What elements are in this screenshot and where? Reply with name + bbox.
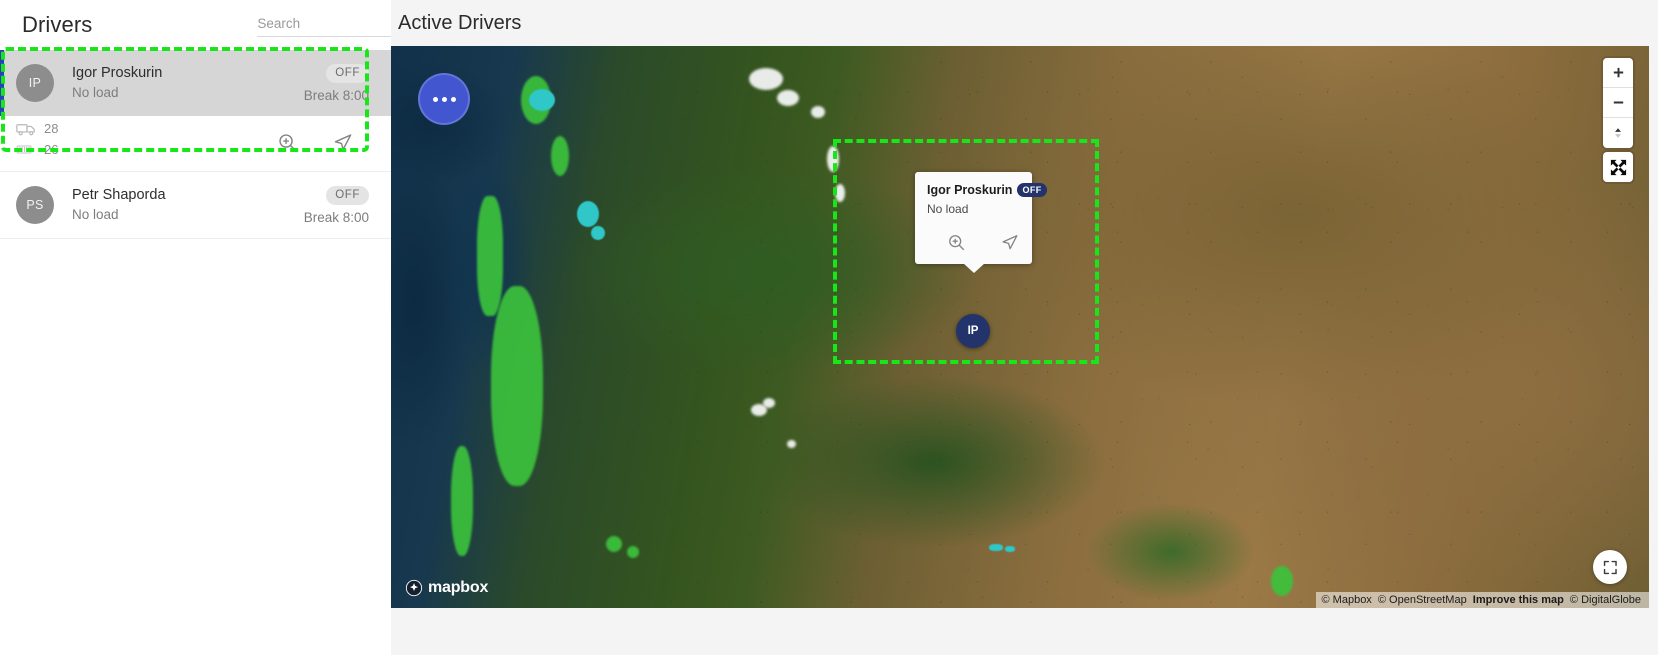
driver-actions [277,132,353,153]
driver-info: Petr Shaporda No load [72,186,304,225]
driver-info: Igor Proskurin No load [72,64,304,103]
ellipsis-icon [450,96,456,102]
map-snow [811,106,825,118]
map-vegetation [1271,566,1293,596]
map-vegetation [627,546,639,558]
map-lake [577,201,599,227]
popup-status-badge: OFF [1017,183,1047,197]
app-root: Drivers IP Igor Proskurin No load OFF Br… [0,0,1658,655]
map-attribution: © Mapbox © OpenStreetMap Improve this ma… [1315,592,1649,608]
driver-detail-panel: 28 26 [0,116,391,172]
popup-driver-load: No load [927,202,969,216]
map-lake [1005,546,1015,552]
mapbox-logo[interactable]: mapbox [405,579,488,597]
navigate-icon[interactable] [332,132,353,153]
map-snow [827,146,839,172]
popup-header: Igor Proskurin OFF [927,183,1047,197]
list-item[interactable]: PS Petr Shaporda No load OFF Break 8:00 [0,171,391,240]
attrib-improve-link[interactable]: Improve this map [1473,594,1564,606]
driver-map-marker[interactable]: IP [956,314,990,348]
map-vegetation [551,136,569,176]
navigate-icon[interactable] [1000,233,1021,254]
status-badge: OFF [326,64,369,84]
map-lake [591,226,605,240]
zoom-in-button[interactable] [1603,58,1633,88]
popup-driver-name: Igor Proskurin [927,183,1013,197]
attrib-digitalglobe[interactable]: © DigitalGlobe [1570,594,1641,606]
page-title: Drivers [22,12,93,37]
fullscreen-button[interactable] [1593,550,1627,584]
break-time: Break 8:00 [303,88,369,104]
map-snow [749,68,783,90]
map-controls [1603,58,1633,148]
map-snow [777,90,799,106]
map-lake [989,544,1003,551]
expand-map-button[interactable] [1603,152,1633,182]
mapbox-mark-icon [405,579,423,597]
map-vegetation [491,286,543,486]
map-title: Active Drivers [398,12,522,34]
map-vegetation [606,536,622,552]
trailer-icon [16,143,38,157]
truck-icon [16,122,38,136]
driver-status-area: OFF Break 8:00 [304,63,369,103]
list-item[interactable]: IP Igor Proskurin No load OFF Break 8:00 [0,50,391,172]
cluster-button[interactable] [418,73,470,125]
map-vegetation [451,446,473,556]
truck-number: 28 [44,121,59,137]
attrib-mapbox[interactable]: © Mapbox [1322,594,1372,606]
magnify-icon[interactable] [277,132,298,153]
driver-name: Petr Shaporda [72,186,166,203]
driver-row[interactable]: IP Igor Proskurin No load OFF Break 8:00 [0,50,391,117]
driver-map-popup[interactable]: Igor Proskurin OFF No load [915,172,1047,273]
break-time: Break 8:00 [303,210,369,226]
attrib-osm[interactable]: © OpenStreetMap [1378,594,1467,606]
zoom-out-button[interactable] [1603,88,1633,118]
map-lake [529,89,555,111]
map-canvas[interactable]: Igor Proskurin OFF No load IP mapbox © M… [391,46,1649,608]
popup-pointer [962,263,985,273]
trailer-number: 26 [44,142,59,158]
magnify-icon[interactable] [947,233,968,254]
driver-status-area: OFF Break 8:00 [304,185,369,225]
status-badge: OFF [326,186,369,206]
map-snow [835,184,845,202]
driver-list: IP Igor Proskurin No load OFF Break 8:00 [0,50,391,240]
ellipsis-icon [432,96,438,102]
avatar: PS [16,186,54,225]
map-panel: Active Drivers Igor Proskurin OFF No loa… [391,0,1658,655]
popup-actions [927,233,1020,254]
driver-load: No load [72,207,119,223]
drivers-sidebar: Drivers IP Igor Proskurin No load OFF Br… [0,0,455,655]
map-snow [787,440,796,448]
map-snow [763,398,775,408]
sidebar-header: Drivers [0,0,455,50]
driver-row[interactable]: PS Petr Shaporda No load OFF Break 8:00 [0,172,391,238]
driver-load: No load [72,85,119,101]
map-vegetation [477,196,503,316]
avatar: IP [16,64,54,103]
driver-name: Igor Proskurin [72,64,163,81]
ellipsis-icon [441,96,447,102]
mapbox-wordmark: mapbox [428,579,489,596]
reset-north-button[interactable] [1603,118,1633,148]
